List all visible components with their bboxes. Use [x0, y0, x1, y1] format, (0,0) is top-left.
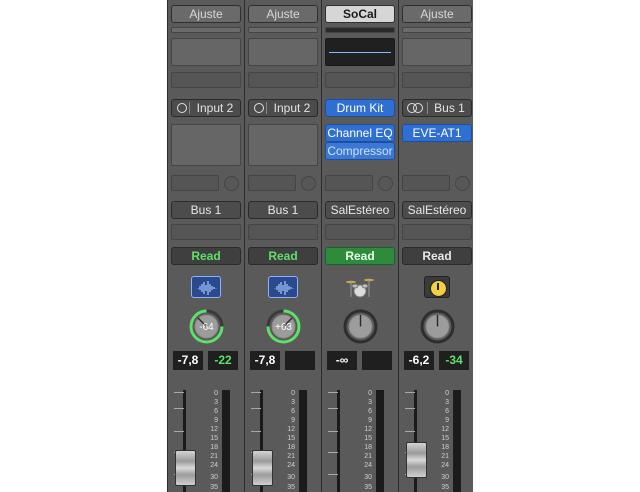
output-button[interactable]: Bus 1 [248, 201, 318, 219]
fader-handle[interactable] [406, 442, 427, 478]
input-button[interactable]: Input 2 [248, 99, 318, 117]
peak-readout[interactable]: -34 [439, 351, 469, 370]
pan-knob[interactable]: -64 [189, 309, 224, 344]
level-meter [453, 390, 461, 492]
fader-area: 0 3 6 9 12 15 18 21 24 30 35 [322, 386, 398, 492]
volume-readout[interactable]: -7,8 [250, 351, 280, 370]
pan-value: +63 [275, 322, 292, 333]
input-label: Input 2 [273, 101, 311, 115]
group-slot[interactable] [402, 224, 472, 240]
automation-mode-button[interactable]: Read [171, 247, 241, 265]
peak-readout[interactable] [285, 351, 315, 370]
audio-fx-slot[interactable] [171, 124, 241, 166]
input-label: Input 2 [196, 101, 234, 115]
fader-track [337, 390, 340, 492]
plugin-slot-1[interactable]: Channel EQ [325, 124, 395, 142]
stereo-input-icon [407, 103, 423, 113]
send-slot[interactable] [248, 175, 296, 191]
audio-fx-slot[interactable] [248, 124, 318, 166]
gain-slot[interactable] [171, 27, 241, 33]
midi-fx-slot[interactable] [325, 72, 395, 88]
level-meter [222, 390, 230, 492]
fader-scale: 0 3 6 9 12 15 18 21 24 30 35 [441, 390, 449, 491]
gain-slot[interactable] [325, 27, 395, 33]
automation-mode-button[interactable]: Read [248, 247, 318, 265]
volume-readout[interactable]: -∞ [327, 351, 357, 370]
input-button[interactable]: Bus 1 [402, 99, 472, 117]
volume-readout[interactable]: -7,8 [173, 351, 203, 370]
output-button[interactable]: SalEstéreo [402, 201, 472, 219]
send-knob[interactable] [301, 176, 316, 191]
aux-knob-icon [430, 280, 447, 297]
send-slot[interactable] [171, 175, 219, 191]
waveform-icon [197, 281, 217, 295]
automation-mode-button[interactable]: Read [325, 247, 395, 265]
fader-scale: 0 3 6 9 12 15 18 21 24 30 35 [210, 390, 218, 491]
send-knob[interactable] [224, 176, 239, 191]
waveform-icon [274, 281, 294, 295]
output-button[interactable]: SalEstéreo [325, 201, 395, 219]
midi-fx-slot[interactable] [171, 72, 241, 88]
setting-button[interactable]: SoCal [325, 5, 395, 23]
level-meter [299, 390, 307, 492]
eq-display[interactable] [402, 38, 472, 66]
volume-readout[interactable]: -6,2 [404, 351, 434, 370]
eq-display[interactable] [248, 38, 318, 66]
eq-display[interactable] [325, 38, 395, 66]
channel-strip-3: SoCal Drum Kit Channel EQ Compressor Sal… [321, 0, 398, 492]
group-slot[interactable] [248, 224, 318, 240]
pan-knob[interactable] [420, 309, 455, 344]
output-button[interactable]: Bus 1 [171, 201, 241, 219]
send-slot[interactable] [402, 175, 450, 191]
setting-button[interactable]: Ajuste [402, 5, 472, 23]
peak-readout[interactable]: -22 [208, 351, 238, 370]
gain-slot[interactable] [402, 27, 472, 33]
send-knob[interactable] [455, 176, 470, 191]
pan-value: -64 [199, 322, 214, 333]
fader-area: 0 3 6 9 12 15 18 21 24 30 35 [399, 386, 473, 492]
input-label: Bus 1 [434, 101, 465, 115]
fader-scale: 0 3 6 9 12 15 18 21 24 30 35 [287, 390, 295, 491]
plugin-slot-2[interactable]: Compressor [325, 142, 395, 160]
audio-track-icon[interactable] [268, 276, 298, 298]
channel-strip-4: Ajuste Bus 1 EVE-AT1 SalEstéreo Read -6,… [398, 0, 473, 492]
mono-input-icon [254, 103, 264, 113]
plugin-slot-1[interactable]: EVE-AT1 [402, 124, 472, 142]
channel-strip-2: Ajuste Input 2 Bus 1 Read +63 -7,8 0 3 6… [244, 0, 321, 492]
pan-knob[interactable]: +63 [266, 309, 301, 344]
fader-area: 0 3 6 9 12 15 18 21 24 30 35 [245, 386, 321, 492]
send-slot[interactable] [325, 175, 373, 191]
fader-area: 0 3 6 9 12 15 18 21 24 30 35 [168, 386, 244, 492]
instrument-button[interactable]: Drum Kit [325, 99, 395, 117]
group-slot[interactable] [325, 224, 395, 240]
eq-display[interactable] [171, 38, 241, 66]
group-slot[interactable] [171, 224, 241, 240]
channel-strip-1: Ajuste Input 2 Bus 1 Read -64 -7,8 -22 0… [167, 0, 244, 492]
pan-knob[interactable] [343, 309, 378, 344]
setting-button[interactable]: Ajuste [171, 5, 241, 23]
audio-track-icon[interactable] [191, 276, 221, 298]
fader-scale: 0 3 6 9 12 15 18 21 24 30 35 [364, 390, 372, 491]
fader-handle[interactable] [252, 450, 273, 486]
midi-fx-slot[interactable] [402, 72, 472, 88]
mono-input-icon [177, 103, 187, 113]
fader-handle[interactable] [175, 450, 196, 486]
automation-mode-button[interactable]: Read [402, 247, 472, 265]
send-knob[interactable] [378, 176, 393, 191]
eq-curve [329, 52, 391, 53]
peak-readout[interactable] [362, 351, 392, 370]
aux-track-icon[interactable] [424, 276, 450, 298]
level-meter [376, 390, 384, 492]
mixer-panel: Ajuste Input 2 Bus 1 Read -64 -7,8 -22 0… [167, 0, 473, 492]
input-button[interactable]: Input 2 [171, 99, 241, 117]
gain-slot[interactable] [248, 27, 318, 33]
midi-fx-slot[interactable] [248, 72, 318, 88]
drum-kit-icon[interactable] [346, 276, 374, 298]
setting-button[interactable]: Ajuste [248, 5, 318, 23]
